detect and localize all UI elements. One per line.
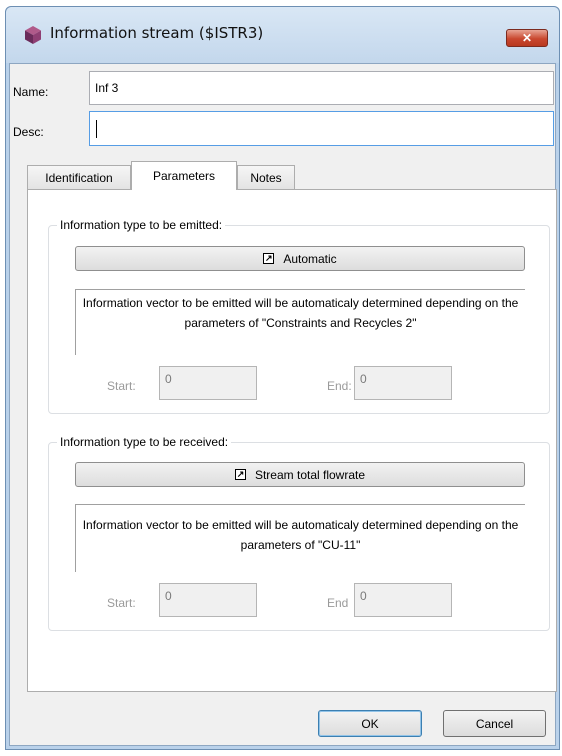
- shortcut-arrow-icon: ↗: [234, 469, 246, 480]
- emitted-type-button[interactable]: ↗ Automatic: [75, 246, 525, 271]
- tab-parameters-label: Parameters: [152, 169, 216, 183]
- shortcut-arrow-icon: ↗: [263, 253, 275, 264]
- emitted-group: Information type to be emitted: ↗ Automa…: [48, 217, 550, 414]
- received-type-label: Stream total flowrate: [254, 467, 366, 482]
- dialog-window: Information stream ($ISTR3) ✕ Name: Inf …: [5, 6, 560, 750]
- name-value: Inf 3: [95, 81, 119, 95]
- tab-parameters[interactable]: Parameters: [131, 161, 237, 190]
- tab-notes[interactable]: Notes: [237, 165, 295, 189]
- app-logo-icon: [25, 26, 41, 44]
- ok-button[interactable]: OK: [318, 710, 422, 737]
- received-type-button[interactable]: ↗ Stream total flowrate: [75, 462, 525, 487]
- emitted-group-title: Information type to be emitted:: [57, 217, 226, 233]
- name-field[interactable]: Inf 3: [89, 71, 554, 105]
- received-start-label: Start:: [107, 596, 136, 610]
- received-group: Information type to be received: ↗ Strea…: [48, 434, 550, 631]
- received-start-input[interactable]: 0: [159, 583, 257, 617]
- received-end-input[interactable]: 0: [354, 583, 452, 617]
- received-group-title: Information type to be received:: [57, 434, 232, 450]
- title-bar[interactable]: Information stream ($ISTR3) ✕: [6, 7, 559, 63]
- desc-label: Desc:: [13, 125, 44, 139]
- emitted-end-label: End:: [327, 379, 352, 393]
- emitted-start-label: Start:: [107, 379, 136, 393]
- emitted-description: Information vector to be emitted will be…: [75, 289, 525, 355]
- desc-field[interactable]: [89, 111, 554, 146]
- cancel-button[interactable]: Cancel: [443, 710, 546, 737]
- emitted-end-input[interactable]: 0: [354, 366, 452, 400]
- received-description: Information vector to be emitted will be…: [75, 504, 525, 572]
- parameters-panel: Information type to be emitted: ↗ Automa…: [27, 189, 557, 692]
- dialog-client-area: Name: Inf 3 Desc: Identification Paramet…: [9, 63, 557, 746]
- received-end-label: End: [327, 596, 349, 610]
- tab-identification-label: Identification: [45, 170, 113, 185]
- tab-notes-label: Notes: [250, 170, 282, 185]
- emitted-start-input[interactable]: 0: [159, 366, 257, 400]
- close-button[interactable]: ✕: [506, 29, 548, 47]
- window-title: Information stream ($ISTR3): [50, 24, 264, 42]
- tab-identification[interactable]: Identification: [27, 165, 131, 189]
- text-caret: [96, 119, 97, 138]
- name-label: Name:: [13, 85, 49, 99]
- emitted-type-label: Automatic: [283, 251, 337, 266]
